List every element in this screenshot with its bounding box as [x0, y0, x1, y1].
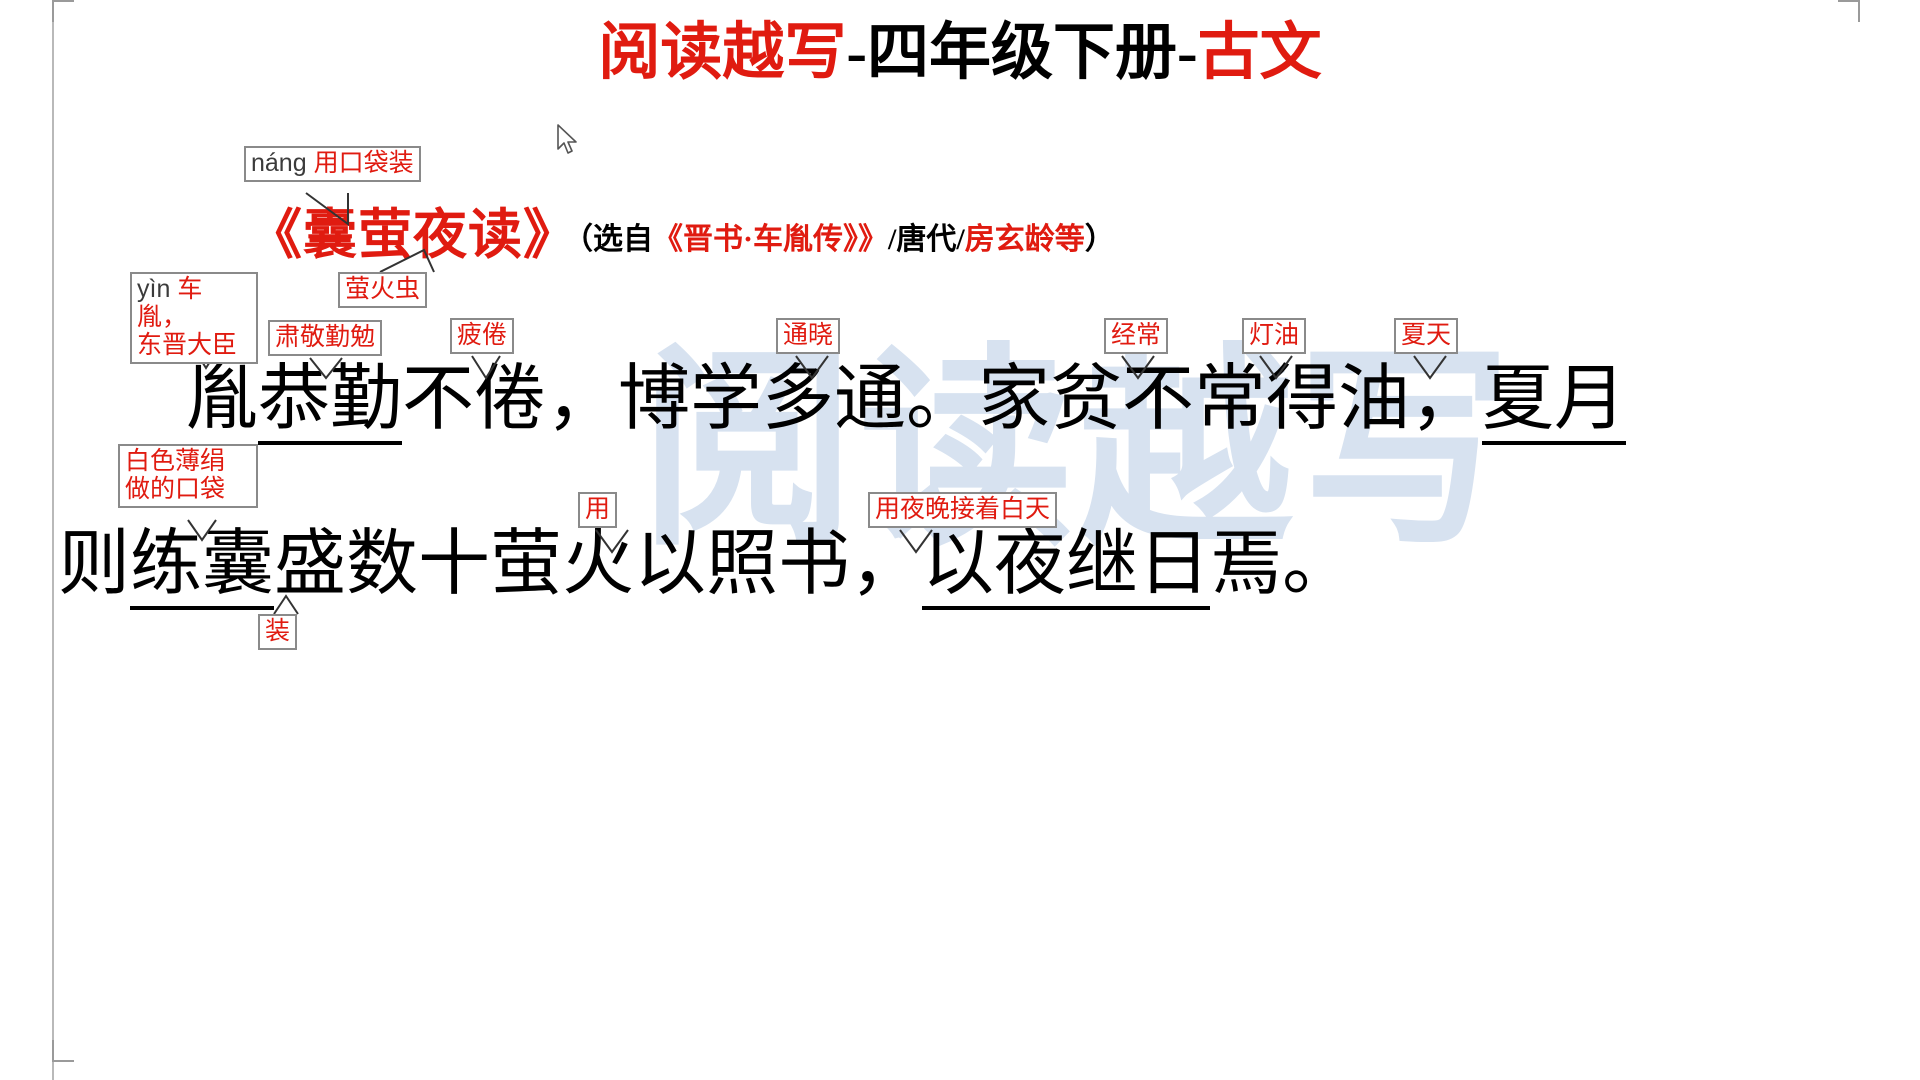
annotation-sujing[interactable]: 肃敬勤勉 — [268, 320, 383, 356]
annotation-gloss: 用口袋装 — [313, 149, 414, 177]
body-seg: 焉。 — [1210, 524, 1355, 604]
slide-canvas: 阅读越写 阅读越写-四年级下册-古文 《囊萤夜读》（选自《晋书·车胤传》》 /唐代… — [0, 0, 1920, 1080]
source-close-paren: ） — [1084, 223, 1115, 256]
mouse-pointer-icon — [557, 124, 577, 154]
body-seg-underlined: 夏月 — [1482, 359, 1627, 445]
source-book-name: 《晋书·车胤传》》 — [653, 223, 889, 256]
annotation-yin[interactable]: yìn 车胤， 东晋大臣 — [130, 272, 258, 364]
annotation-zhuang[interactable]: 装 — [258, 614, 298, 650]
annotation-gloss: 疲倦 — [457, 321, 508, 349]
annotation-ying[interactable]: 萤火虫 — [338, 272, 428, 308]
work-title-source: （选自《晋书·车胤传》》/唐代/房玄龄等） — [578, 223, 1115, 256]
annotation-pijuan[interactable]: 疲倦 — [450, 318, 515, 354]
annotation-gloss: 用夜晚接着白天 — [875, 495, 1051, 523]
annotation-gloss: 灯油 — [1249, 321, 1300, 349]
body-seg: 盛数十萤火以照书， — [274, 524, 923, 604]
annotation-gloss-line2: 做的口袋 — [125, 475, 226, 503]
annotation-gloss: 通晓 — [783, 321, 834, 349]
source-open-paren: （选自 — [578, 223, 653, 256]
annotation-gloss: 白色薄绢 — [125, 447, 226, 475]
annotation-gloss: 装 — [265, 617, 291, 645]
annotation-jingchang[interactable]: 经常 — [1104, 318, 1169, 354]
body-seg-underlined: 练囊 — [130, 524, 275, 610]
annotation-pinyin: náng — [251, 149, 307, 177]
body-seg: 胤 — [186, 359, 259, 439]
body-line-1: 胤恭勤不倦，博学多通。家贫不常得油，夏月 — [186, 355, 1627, 445]
annotation-yong[interactable]: 用 — [578, 492, 618, 528]
page-title-part-brand: 阅读越写 — [598, 19, 847, 87]
page-title-part-grade: -四年级下册- — [846, 19, 1198, 87]
work-title: 《囊萤夜读》（选自《晋书·车胤传》》/唐代/房玄龄等） — [248, 204, 1115, 280]
annotation-lianna[interactable]: 白色薄绢 做的口袋 — [118, 444, 258, 508]
annotation-gloss: 萤火虫 — [345, 275, 421, 303]
annotation-gloss-line2: 东晋大臣 — [137, 331, 238, 359]
body-seg-underlined: 恭勤 — [258, 359, 403, 445]
annotation-yiyejiri[interactable]: 用夜晚接着白天 — [868, 492, 1058, 528]
annotation-gloss: 肃敬勤勉 — [275, 323, 376, 351]
annotation-gloss: 用 — [585, 495, 611, 523]
annotation-gloss: 经常 — [1111, 321, 1162, 349]
annotation-pinyin: yìn — [137, 275, 171, 303]
source-dynasty: 唐代 — [896, 223, 957, 256]
work-title-name: 《囊萤夜读》 — [248, 205, 578, 265]
source-slash-2: / — [956, 223, 965, 256]
page-title: 阅读越写-四年级下册-古文 — [0, 14, 1920, 92]
page-title-part-subject: 古文 — [1197, 19, 1322, 87]
body-seg-underlined: 以夜继日 — [922, 524, 1211, 610]
source-author: 房玄龄等 — [964, 223, 1085, 256]
annotation-gloss: 夏天 — [1401, 321, 1452, 349]
annotation-tongxiao[interactable]: 通晓 — [776, 318, 841, 354]
crop-mark-bottom-left — [52, 1040, 74, 1062]
body-seg: 不倦，博学多通。家贫不常得油， — [402, 359, 1483, 439]
body-seg: 则 — [58, 524, 131, 604]
annotation-dengyou[interactable]: 灯油 — [1242, 318, 1307, 354]
body-line-2: 则练囊盛数十萤火以照书，以夜继日焉。 — [58, 520, 1355, 610]
annotation-nang[interactable]: náng 用口袋装 — [244, 146, 421, 182]
annotation-xiatian[interactable]: 夏天 — [1394, 318, 1459, 354]
